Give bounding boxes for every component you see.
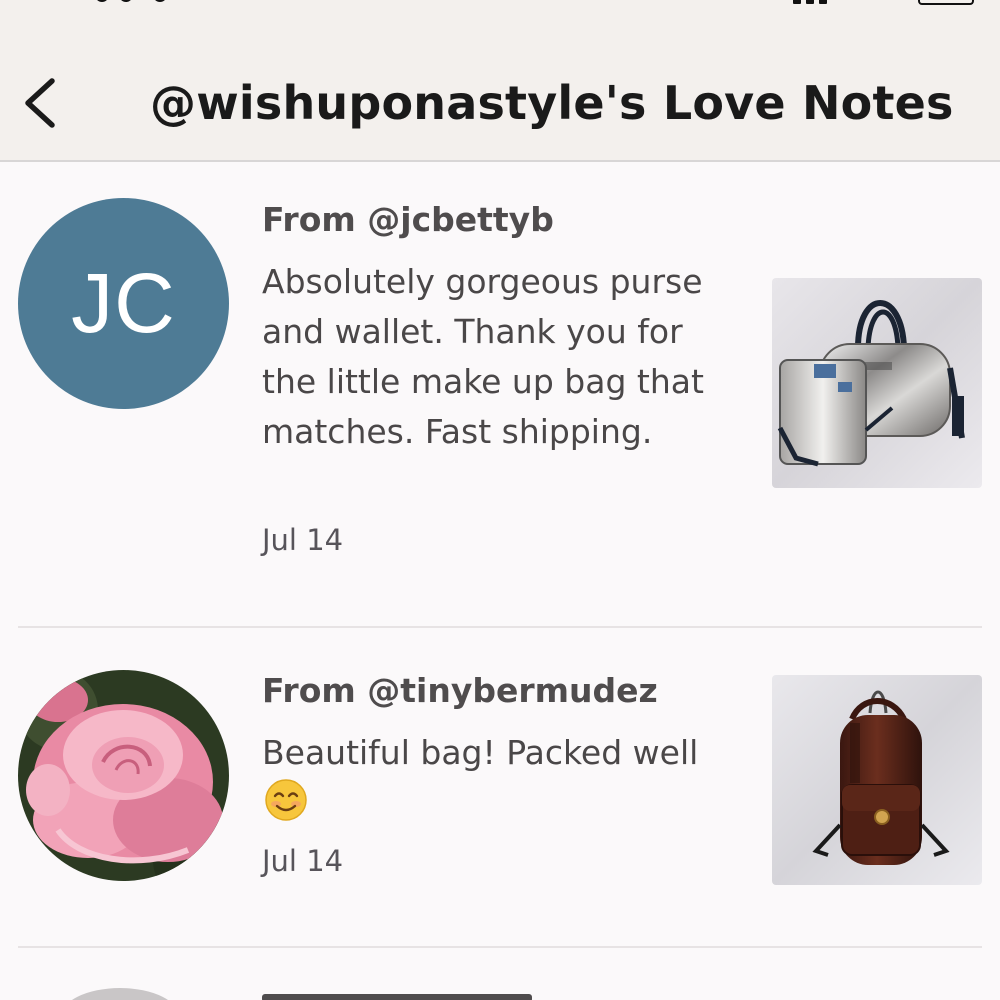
note-date: Jul 14	[262, 844, 344, 878]
silver-purse-photo-icon	[772, 278, 982, 488]
note-sender[interactable]: From @jcbettyb	[262, 200, 554, 239]
note-sender[interactable]: From @tinybermudez	[262, 671, 658, 710]
note-sender[interactable]	[262, 994, 532, 1000]
note-date: Jul 14	[262, 523, 344, 557]
battery-icon	[918, 0, 974, 5]
divider	[18, 626, 982, 628]
avatar[interactable]	[18, 670, 229, 881]
header-bar: @wishuponastyle's Love Notes	[0, 20, 1000, 162]
note-text: Beautiful bag! Packed well	[262, 728, 732, 836]
chevron-left-icon	[25, 78, 55, 128]
signal-icon	[793, 0, 843, 4]
purse-thumbnail[interactable]	[772, 278, 982, 488]
brown-backpack-photo-icon	[772, 675, 982, 885]
page-title: @wishuponastyle's Love Notes	[150, 76, 954, 130]
love-notes-screen: @wishuponastyle's Love Notes JC From @jc…	[0, 0, 1000, 1000]
pink-rose-avatar-icon	[18, 670, 229, 881]
note-text-body: Beautiful bag! Packed well	[262, 733, 699, 772]
avatar-initials: JC	[71, 256, 176, 350]
back-button[interactable]	[18, 73, 68, 133]
note-text: Absolutely gorgeous purse and wallet. Th…	[262, 262, 704, 451]
status-bar	[0, 0, 1000, 20]
avatar[interactable]	[60, 988, 180, 1000]
divider	[18, 946, 982, 948]
smiling-face-icon	[264, 778, 308, 836]
status-time-icon	[95, 0, 185, 4]
backpack-thumbnail[interactable]	[772, 675, 982, 885]
avatar[interactable]: JC	[18, 198, 229, 409]
